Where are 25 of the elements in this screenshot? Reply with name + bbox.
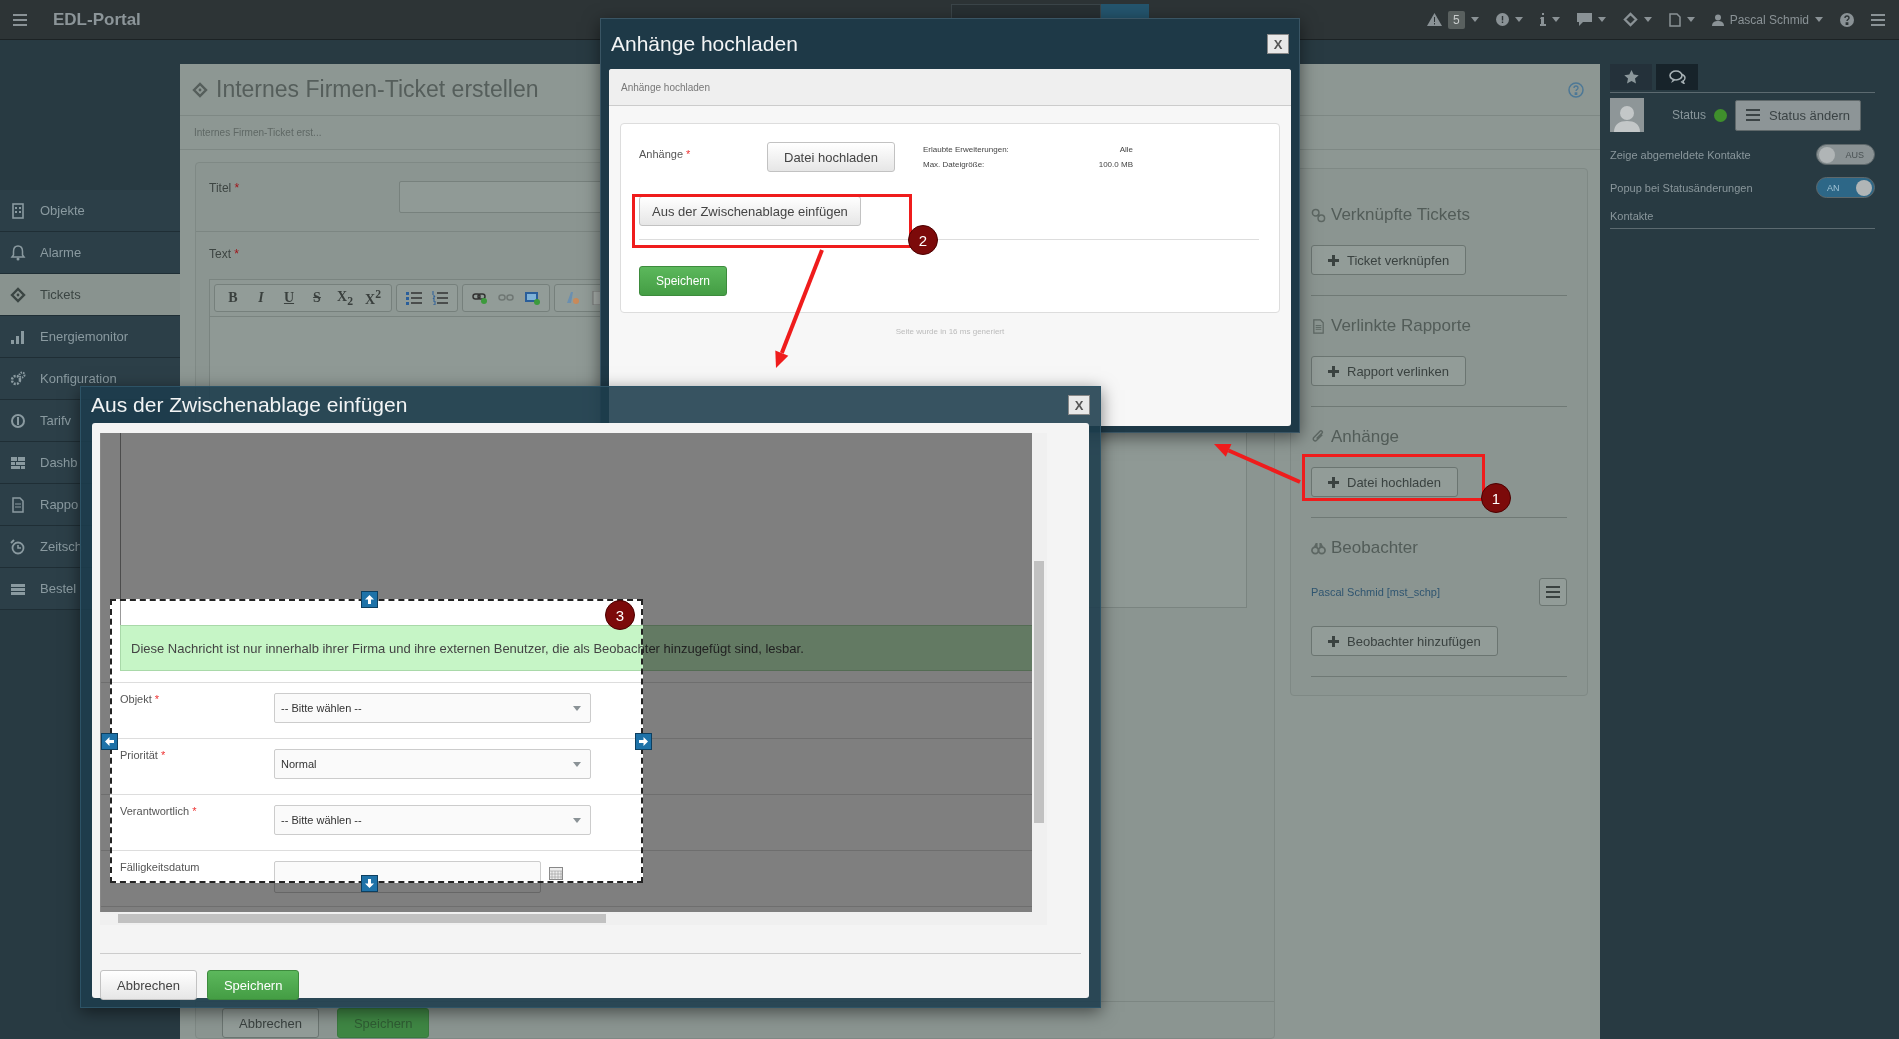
section-heading: Verlinkte Rapporte [1331,316,1471,336]
panel-title: Anhänge hochladen [621,81,710,93]
field-label: Priorität * [120,749,167,761]
toggle-label: Zeige abgemeldete Kontakte [1610,148,1751,161]
section-heading: Kontakte [1610,210,1654,222]
warning-count: 5 [1447,10,1465,29]
info-label: Erlaubte Erweiterungen: [922,145,1010,154]
section-heading: Verknüpfte Tickets [1331,205,1470,225]
info-value: Alle [1118,145,1133,154]
info-label: Max. Dateigröße: [922,160,986,169]
section-heading: Beobachter [1331,538,1418,558]
page-title: Internes Firmen-Ticket erstellen [216,76,539,104]
field-label: Anhänge * [639,147,692,160]
info-value: 100.0 MB [1097,160,1133,169]
dialog-title: Anhänge hochladen [611,32,798,56]
field-label: Text * [209,247,240,261]
step-badge: 3 [605,600,635,630]
field-label: Verantwortlich * [120,805,198,817]
app-title: EDL-Portal [53,9,141,30]
field-label: Fälligkeitsdatum [120,861,201,873]
field-label: Objekt * [120,693,161,705]
status-label: Status [1672,108,1707,122]
section-heading: Anhänge [1331,427,1400,447]
toggle-label: Popup bei Statusänderungen [1610,181,1753,194]
field-label: Titel * [209,181,241,197]
